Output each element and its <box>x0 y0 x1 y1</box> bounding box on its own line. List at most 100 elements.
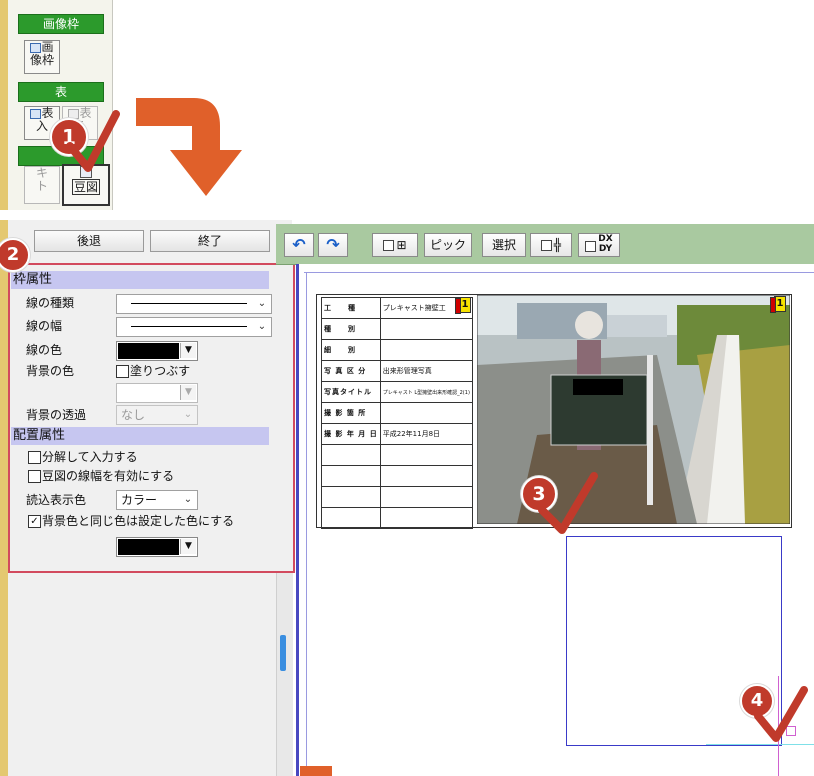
decompose-checkbox[interactable] <box>28 451 41 464</box>
palette-edge <box>0 0 8 210</box>
board-value: プレキャスト L型擁壁出来形確認_2(1) <box>379 381 473 403</box>
line-type-label: 線の種類 <box>26 296 75 310</box>
solid-line-sample <box>131 303 247 304</box>
crosshair-icon: ╬ <box>553 238 562 252</box>
canvas-guide-horizontal <box>304 272 814 273</box>
board-key <box>321 465 381 487</box>
mamezu-width-checkbox[interactable] <box>28 470 41 483</box>
tag-red-mark <box>455 298 461 314</box>
checkmark-icon <box>754 686 808 742</box>
chevron-down-icon: ⌄ <box>257 298 267 309</box>
same-bg-color-picker[interactable]: ▼ <box>116 537 198 557</box>
board-value <box>379 444 473 466</box>
arrow-down-icon <box>136 98 242 196</box>
chevron-down-icon: ▼ <box>180 385 196 400</box>
same-bg-color-label: 背景色と同じ色は設定した色にする <box>42 514 235 528</box>
bg-color-label: 背景の色 <box>26 364 75 378</box>
tag-red-mark <box>770 297 776 313</box>
panel-scroll-thumb[interactable] <box>280 635 286 671</box>
canvas-guide-vertical <box>306 272 307 776</box>
board-value: 出来形管理写真 <box>379 360 473 382</box>
photo-info-board: 工 種プレキャスト擁壁工種 別細 別写 真 区 分出来形管理写真 写真タイトル プレ… <box>321 297 473 529</box>
board-value: 平成22年11月8日 <box>379 423 473 445</box>
placement-properties-header: 配置属性 <box>11 427 269 445</box>
frame-select-button[interactable]: ⊞ <box>372 233 418 257</box>
main-toolbar: ↶ ↷ ⊞ ピック 選択 ╬ DX DY <box>276 224 814 265</box>
table-row <box>321 444 473 466</box>
panel-edge <box>0 220 8 776</box>
snap-button[interactable]: ╬ <box>530 233 572 257</box>
frame-icon <box>383 240 395 251</box>
same-bg-color-checkbox[interactable]: ✓ <box>28 515 41 528</box>
table-row: 写真タイトル プレキャスト L型擁壁出来形確認_2(1) <box>321 381 473 403</box>
undo-button[interactable]: ↶ <box>284 233 314 257</box>
board-key: 工 種 <box>321 297 381 319</box>
dx-label: DX <box>598 234 613 244</box>
line-width-label: 線の幅 <box>26 319 63 333</box>
end-button[interactable]: 終了 <box>150 230 270 252</box>
table-row <box>321 507 473 529</box>
bg-transparency-value: なし <box>121 408 146 422</box>
redo-button[interactable]: ↷ <box>318 233 348 257</box>
bg-color-swatch <box>118 385 179 401</box>
board-value <box>379 318 473 340</box>
select-button[interactable]: 選択 <box>482 233 526 257</box>
board-value <box>379 339 473 361</box>
chevron-down-icon: ⌄ <box>183 409 193 420</box>
table-row: 細 別 <box>321 339 473 361</box>
board-value <box>379 465 473 487</box>
photo-number-tag: 1 <box>770 296 786 313</box>
palette-header-image-frame: 画像枠 <box>18 14 104 34</box>
image-frame-icon <box>30 42 42 53</box>
dxdy-button[interactable]: DX DY <box>578 233 620 257</box>
line-color-label: 線の色 <box>26 343 63 357</box>
fill-label: 塗りつぶす <box>130 364 191 378</box>
board-key: 写真タイトル <box>321 381 381 403</box>
frame-properties-header: 枠属性 <box>11 271 269 289</box>
checkmark-icon <box>66 110 120 172</box>
line-width-select[interactable]: ⌄ <box>116 317 272 337</box>
chevron-down-icon: ⌄ <box>257 321 267 332</box>
line-color-swatch <box>118 343 179 359</box>
table-row: 撮 影 箇 所 <box>321 402 473 424</box>
board-number-tag: 1 <box>455 297 471 314</box>
bg-transparency-select[interactable]: なし ⌄ <box>116 405 198 425</box>
board-key: 撮 影 箇 所 <box>321 402 381 424</box>
board-key: 写 真 区 分 <box>321 360 381 382</box>
pick-button[interactable]: ピック <box>424 233 472 257</box>
table-row: 撮 影 年 月 日平成22年11月8日 <box>321 423 473 445</box>
photo-number: 1 <box>776 298 784 309</box>
board-key <box>321 486 381 508</box>
table-row <box>321 486 473 508</box>
board-key: 細 別 <box>321 339 381 361</box>
back-button[interactable]: 後退 <box>34 230 144 252</box>
property-highlight-box: 枠属性 線の種類 ⌄ 線の幅 ⌄ 線の色 ▼ 背景の色 塗りつぶす ▼ 背景の透… <box>8 263 295 573</box>
mamezu-tool-label: 豆図 <box>71 179 100 195</box>
chevron-down-icon: ⌄ <box>183 494 193 505</box>
board-number: 1 <box>461 299 469 310</box>
table-row: 種 別 <box>321 318 473 340</box>
bg-color-picker[interactable]: ▼ <box>116 383 198 403</box>
read-color-select[interactable]: カラー ⌄ <box>116 490 198 510</box>
board-value <box>379 507 473 529</box>
line-type-select[interactable]: ⌄ <box>116 294 272 314</box>
table-row: 工 種プレキャスト擁壁工 <box>321 297 473 319</box>
table-icon <box>30 108 42 119</box>
chevron-down-icon: ▼ <box>180 539 196 554</box>
same-bg-color-swatch <box>118 539 179 555</box>
decompose-label: 分解して入力する <box>42 450 138 464</box>
board-key <box>321 444 381 466</box>
table-row: 写 真 区 分出来形管理写真 <box>321 360 473 382</box>
dxdy-checkbox-icon <box>585 241 597 252</box>
fill-checkbox[interactable] <box>116 365 129 378</box>
board-value <box>379 486 473 508</box>
dy-label: DY <box>598 244 613 254</box>
tool-palette: 画像枠 画 像枠 表 表 入 表 E キ ト 豆図 <box>0 0 113 210</box>
checkmark-icon <box>538 472 598 534</box>
trim-tool[interactable]: キ ト <box>24 166 60 204</box>
snap-checkbox-icon <box>540 240 552 251</box>
line-color-picker[interactable]: ▼ <box>116 341 198 361</box>
image-frame-tool[interactable]: 画 像枠 <box>24 40 60 74</box>
cursor-icon: ⊞ <box>396 238 407 252</box>
board-key <box>321 507 381 529</box>
